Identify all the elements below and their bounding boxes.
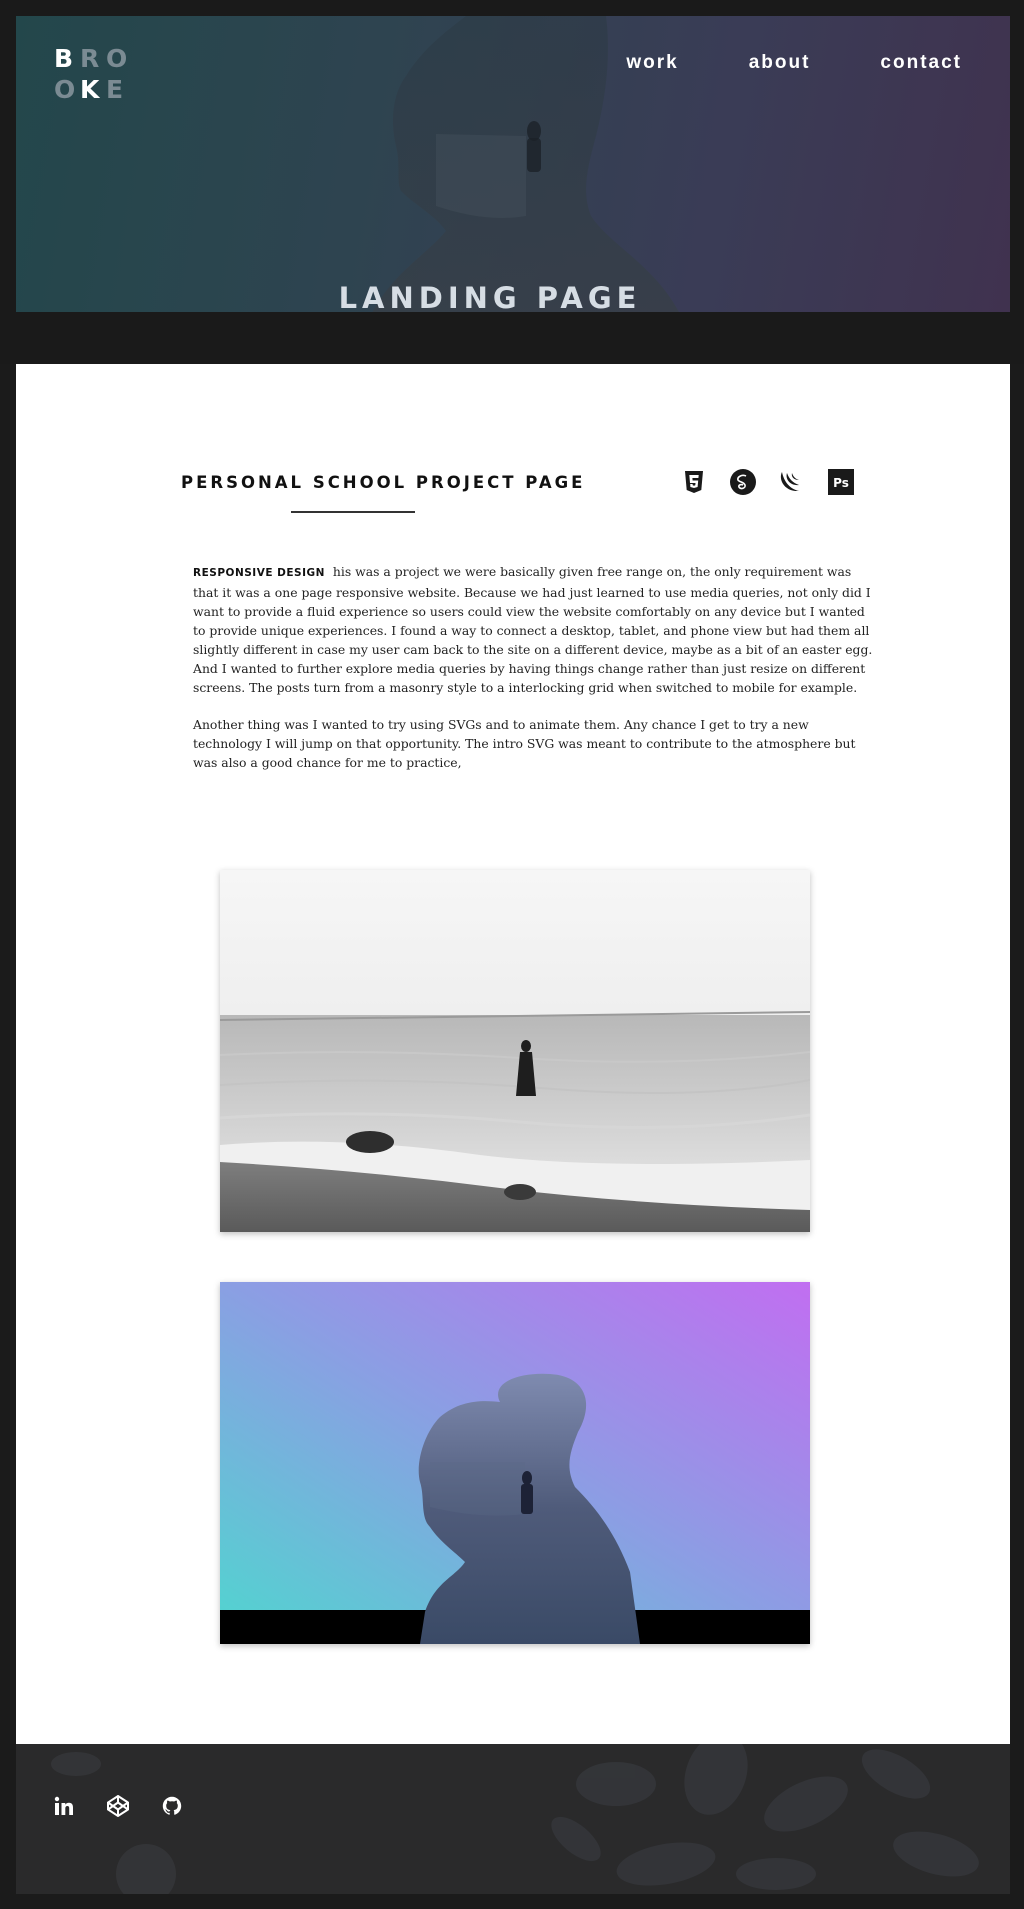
logo-letter: O	[106, 44, 128, 73]
description-lead: RESPONSIVE DESIGN	[193, 567, 325, 579]
project-title: PERSONAL SCHOOL PROJECT PAGE	[181, 473, 586, 492]
sass-icon	[729, 468, 757, 496]
hero-background: B R O O K E work about contact LANDING P…	[16, 16, 1010, 312]
footer-floral-pattern	[51, 1744, 979, 1894]
project-title-underline	[291, 511, 415, 513]
logo-letter: E	[106, 75, 124, 104]
photoshop-icon: Ps	[827, 468, 855, 496]
linkedin-icon[interactable]	[52, 1794, 76, 1818]
logo-letter: O	[54, 75, 76, 104]
nav-contact-link[interactable]: contact	[880, 52, 962, 74]
double-exposure-graphic	[220, 1282, 810, 1644]
nav-work-link[interactable]: work	[626, 52, 678, 74]
description-paragraph: Another thing was I wanted to try using …	[193, 717, 856, 770]
description-paragraph: RESPONSIVE DESIGN his was a project we w…	[193, 562, 873, 697]
brooke-logo[interactable]: B R O O K E	[54, 44, 132, 104]
footer	[16, 1744, 1010, 1894]
github-icon[interactable]	[160, 1794, 184, 1818]
main-nav: work about contact	[626, 52, 962, 74]
nav-about-link[interactable]: about	[749, 52, 811, 74]
project-description: RESPONSIVE DESIGN his was a project we w…	[193, 562, 873, 784]
html5-icon	[680, 468, 708, 496]
logo-letter: K	[80, 75, 100, 104]
page-title: LANDING PAGE	[338, 281, 642, 312]
beach-photo[interactable]	[220, 870, 810, 1232]
beach-photo-graphic	[220, 870, 810, 1232]
double-exposure-photo[interactable]	[220, 1282, 810, 1644]
social-links	[52, 1794, 184, 1818]
jquery-icon	[778, 468, 806, 496]
logo-letter: R	[80, 44, 100, 73]
project-content: PERSONAL SCHOOL PROJECT PAGE Ps RESPONSI…	[16, 364, 1010, 1744]
description-text: his was a project we were basically give…	[193, 564, 873, 695]
photoshop-label: Ps	[833, 476, 849, 490]
logo-letter: B	[54, 44, 74, 73]
hero-section: B R O O K E work about contact LANDING P…	[0, 0, 1024, 364]
tech-icons: Ps	[680, 468, 855, 496]
codepen-icon[interactable]	[106, 1794, 130, 1818]
